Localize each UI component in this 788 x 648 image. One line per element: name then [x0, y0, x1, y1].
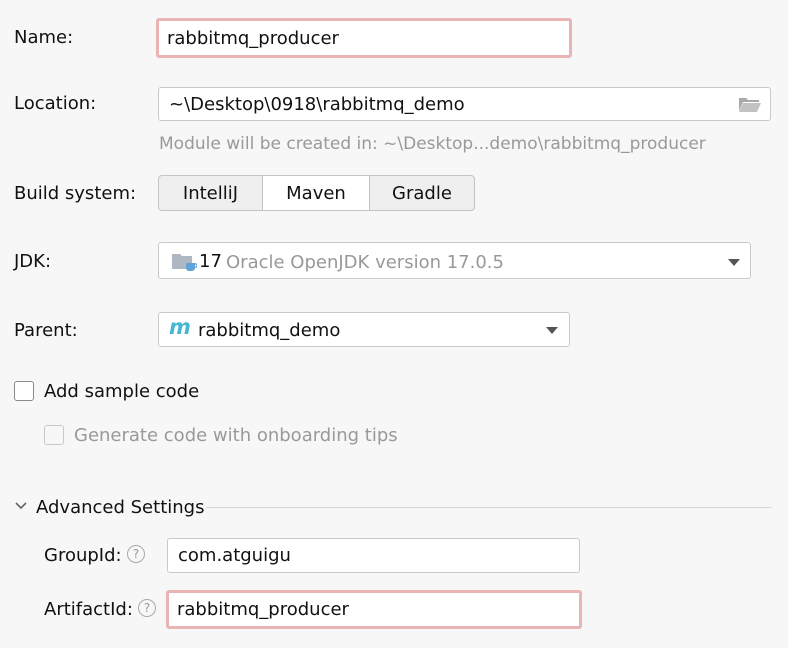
location-input-value: ~\Desktop\0918\rabbitmq_demo — [169, 93, 465, 115]
folder-browse-icon[interactable] — [738, 95, 762, 113]
artifact-id-label: ArtifactId: — [44, 599, 133, 620]
add-sample-code-checkbox[interactable] — [14, 381, 34, 401]
location-label: Location: — [14, 93, 97, 114]
chevron-down-icon — [546, 327, 558, 334]
chevron-down-icon[interactable] — [14, 500, 28, 512]
group-id-value: com.atguigu — [178, 545, 291, 566]
jdk-description: Oracle OpenJDK version 17.0.5 — [226, 252, 504, 273]
build-system-selector: IntelliJ Maven Gradle — [158, 175, 475, 211]
group-id-input[interactable]: com.atguigu — [167, 538, 580, 573]
parent-value: rabbitmq_demo — [198, 320, 341, 341]
advanced-settings-title[interactable]: Advanced Settings — [36, 497, 204, 518]
build-system-gradle[interactable]: Gradle — [370, 176, 474, 210]
help-icon[interactable]: ? — [138, 599, 156, 617]
jdk-folder-icon — [172, 254, 197, 271]
parent-label: Parent: — [14, 320, 78, 341]
parent-dropdown[interactable]: m rabbitmq_demo — [158, 312, 570, 347]
name-input-value: rabbitmq_producer — [167, 27, 339, 49]
artifact-id-input[interactable]: rabbitmq_producer — [166, 590, 582, 629]
add-sample-code-label: Add sample code — [44, 381, 200, 402]
build-system-label: Build system: — [14, 183, 137, 204]
help-icon[interactable]: ? — [127, 545, 145, 563]
section-divider — [206, 507, 772, 508]
build-system-intellij[interactable]: IntelliJ — [159, 176, 263, 210]
artifact-id-value: rabbitmq_producer — [177, 599, 349, 620]
onboarding-tips-label: Generate code with onboarding tips — [74, 425, 398, 446]
build-system-maven[interactable]: Maven — [263, 176, 370, 210]
jdk-label: JDK: — [14, 251, 52, 272]
jdk-version: 17 — [199, 251, 222, 272]
module-location-hint: Module will be created in: ~\Desktop...d… — [159, 134, 706, 154]
chevron-down-icon — [728, 259, 740, 266]
jdk-dropdown[interactable]: 17 Oracle OpenJDK version 17.0.5 — [158, 242, 751, 279]
name-input[interactable]: rabbitmq_producer — [156, 18, 572, 58]
group-id-label: GroupId: — [44, 545, 122, 566]
name-label: Name: — [14, 27, 74, 48]
maven-m-icon: m — [169, 315, 191, 339]
onboarding-tips-checkbox[interactable] — [44, 425, 64, 445]
location-input[interactable]: ~\Desktop\0918\rabbitmq_demo — [158, 87, 771, 121]
